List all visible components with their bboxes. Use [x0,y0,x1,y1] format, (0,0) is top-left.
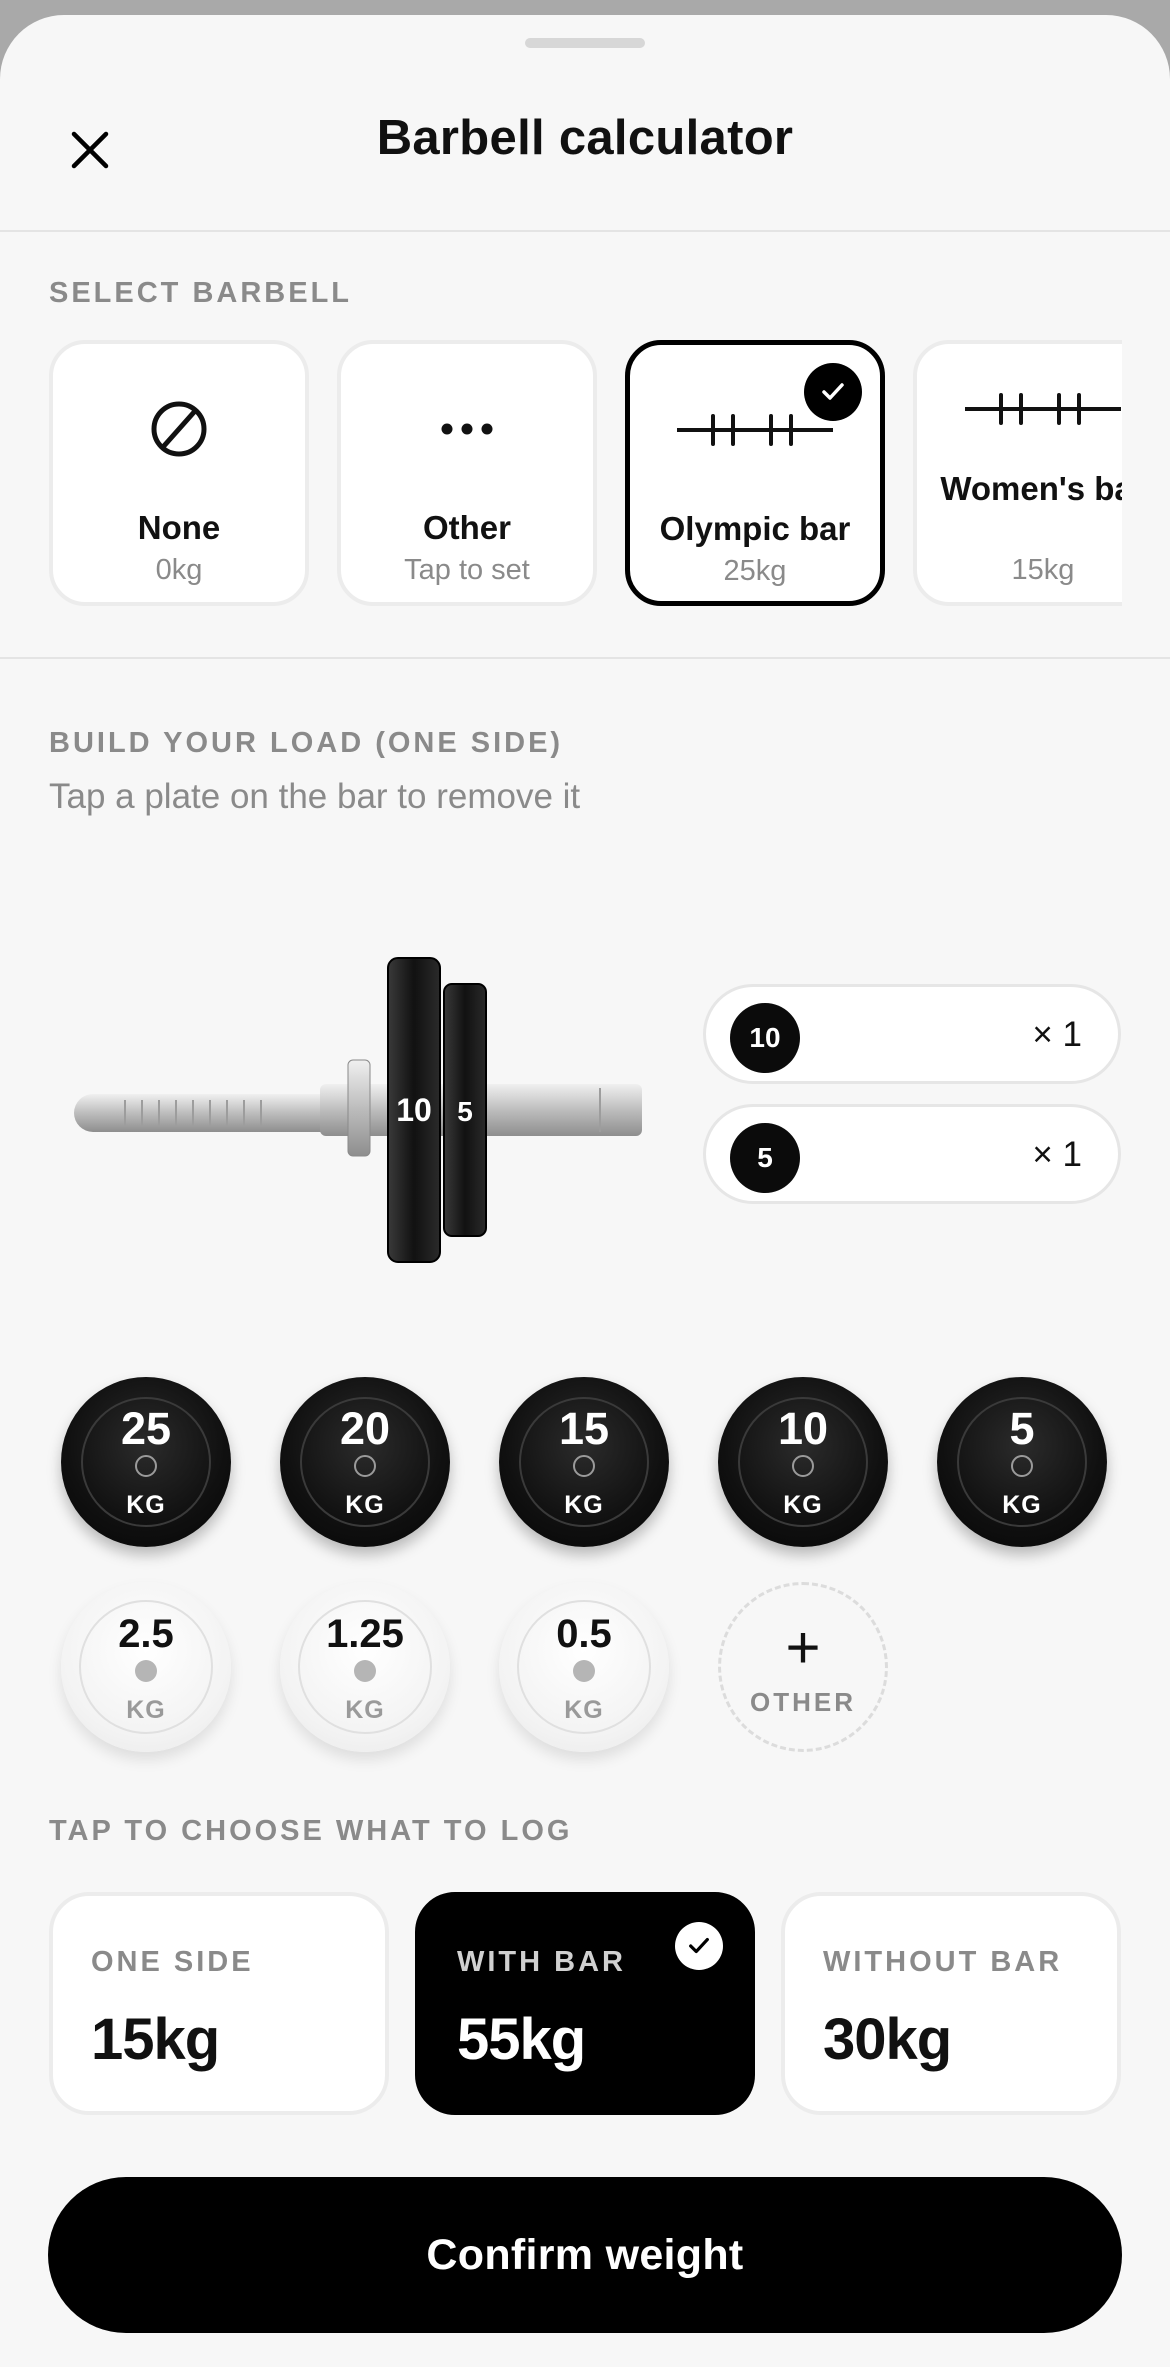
plate-unit: KG [564,1491,604,1519]
bar-plate-label: 10 [396,1092,432,1128]
barbell-option-womens[interactable]: Women's bar 15kg [913,340,1122,606]
plate-weight: 15 [558,1403,610,1454]
log-option-with-bar[interactable]: WITH BAR 55kg [415,1892,755,2115]
barbell-option-none[interactable]: None 0kg [49,340,309,606]
plate-unit: KG [564,1696,604,1724]
plate-button-20[interactable]: 20 KG [280,1377,450,1547]
log-option-label: ONE SIDE [91,1946,254,1978]
loaded-plate-row[interactable]: 10 × 1 [703,984,1121,1084]
plate-weight: 2.5 [118,1612,174,1656]
plate-unit: KG [1002,1491,1042,1519]
loaded-plate-row[interactable]: 5 × 1 [703,1104,1121,1204]
barbell-option-name: None [137,509,221,546]
log-option-without-bar[interactable]: WITHOUT BAR 30kg [781,1892,1121,2115]
barbell-option-weight: 15kg [1011,554,1075,586]
log-option-one-side[interactable]: ONE SIDE 15kg [49,1892,389,2115]
barbell-carousel[interactable]: None 0kg Other Tap to set Olympic bar 25… [0,335,1122,615]
plate-weight: 10 [777,1403,829,1454]
page-title: Barbell calculator [376,111,794,165]
no-symbol-icon [151,401,207,457]
plate-button-10[interactable]: 10 KG [718,1377,888,1547]
loaded-plate-count: × 1 [1032,1135,1082,1174]
bar-plate-label: 5 [457,1096,473,1127]
build-load-label: BUILD YOUR LOAD (ONE SIDE) [49,727,564,759]
plate-unit: KG [126,1491,166,1519]
sheet-grabber[interactable] [525,38,645,48]
plate-weight: 1.25 [326,1612,404,1656]
log-choice-label: TAP TO CHOOSE WHAT TO LOG [49,1815,573,1847]
plate-button-1-25[interactable]: 1.25 KG [280,1582,450,1752]
loaded-plate-badge: 5 [730,1123,800,1193]
barbell-option-weight: 0kg [155,554,203,586]
plate-weight: 25 [120,1403,172,1454]
barbell-option-weight: 25kg [723,555,787,587]
barbell-visual: 10 5 [74,957,642,1263]
confirm-weight-button[interactable]: Confirm weight [48,2177,1122,2333]
ellipsis-icon [441,423,493,435]
bar-collar [347,1059,371,1157]
barbell-option-other[interactable]: Other Tap to set [337,340,597,606]
loaded-plate-badge: 10 [730,1003,800,1073]
plate-button-15[interactable]: 15 KG [499,1377,669,1547]
plate-weight: 20 [339,1403,391,1454]
plate-unit: KG [126,1696,166,1724]
build-load-hint: Tap a plate on the bar to remove it [49,777,581,816]
barbell-option-name: Olympic bar [659,510,851,547]
barbell-option-weight: Tap to set [404,554,530,586]
section-divider [0,657,1170,659]
plus-icon: + [785,1614,821,1681]
plate-button-2-5[interactable]: 2.5 KG [61,1582,231,1752]
bottom-sheet: Barbell calculator SELECT BARBELL None 0… [0,15,1170,2367]
log-option-label: WITH BAR [457,1946,626,1978]
plate-button-other[interactable]: + OTHER [718,1582,888,1752]
selected-check-icon [675,1922,723,1970]
barbell-option-name: Women's bar [940,470,1122,507]
plate-button-0-5[interactable]: 0.5 KG [499,1582,669,1752]
plate-unit: KG [345,1491,385,1519]
other-plate-label: OTHER [750,1687,856,1717]
select-barbell-label: SELECT BARBELL [49,277,352,309]
log-option-value: 55kg [457,2007,586,2072]
log-option-label: WITHOUT BAR [823,1946,1063,1978]
barbell-option-olympic[interactable]: Olympic bar 25kg [625,340,885,606]
barbell-icon [677,414,833,446]
plate-weight: 0.5 [556,1612,612,1656]
plate-unit: KG [345,1696,385,1724]
barbell-option-name: Other [422,509,511,546]
log-option-value: 30kg [823,2007,952,2072]
plate-unit: KG [783,1491,823,1519]
plate-button-25[interactable]: 25 KG [61,1377,231,1547]
plate-button-5[interactable]: 5 KG [937,1377,1107,1547]
log-option-value: 15kg [91,2007,220,2072]
loaded-plate-count: × 1 [1032,1015,1082,1054]
plate-weight: 5 [1009,1403,1035,1454]
barbell-icon [965,393,1121,425]
header-divider [0,230,1170,232]
